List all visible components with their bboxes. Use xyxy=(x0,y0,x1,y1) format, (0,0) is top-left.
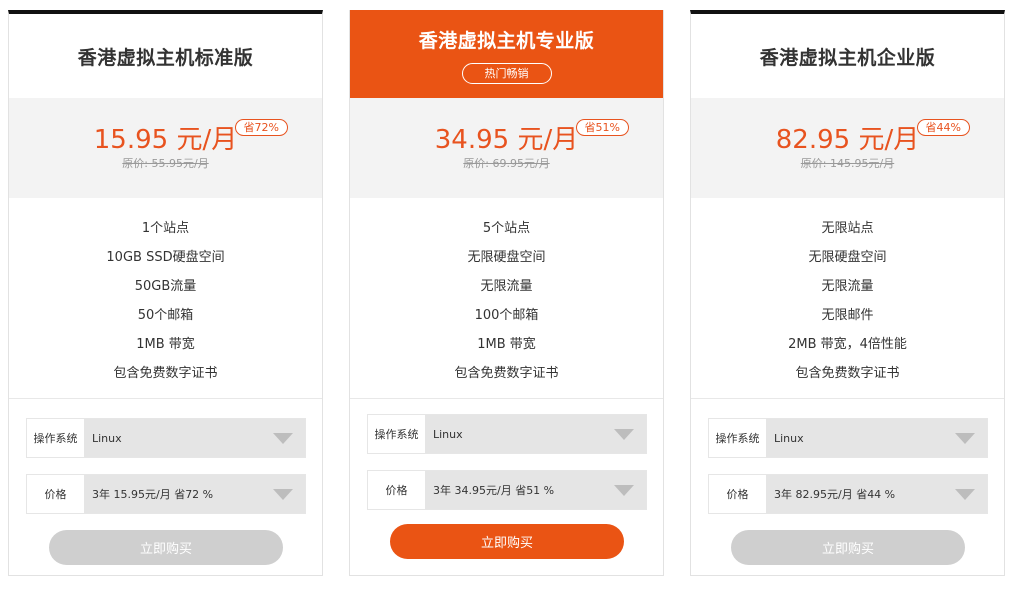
feature-item: 50GB流量 xyxy=(134,279,197,294)
original-price: 原价: 55.95元/月 xyxy=(122,157,209,170)
feature-item: 10GB SSD硬盘空间 xyxy=(106,250,225,265)
os-select-value[interactable]: Linux xyxy=(766,419,987,457)
feature-item: 1MB 带宽 xyxy=(136,337,195,352)
caret-down-icon[interactable] xyxy=(955,489,975,500)
feature-item: 1MB 带宽 xyxy=(477,337,536,352)
feature-item: 50个邮箱 xyxy=(137,308,194,323)
os-select-label: 操作系统 xyxy=(368,415,425,453)
buy-button[interactable]: 立即购买 xyxy=(731,530,965,565)
plan-title: 香港虚拟主机专业版 xyxy=(418,30,595,52)
original-price: 原价: 69.95元/月 xyxy=(463,157,550,170)
price-select-text: 3年 34.95元/月 省51 % xyxy=(433,484,555,497)
plan-header: 香港虚拟主机专业版 热门畅销 xyxy=(350,10,663,98)
os-select[interactable]: 操作系统 Linux xyxy=(26,418,306,458)
plan-header: 香港虚拟主机企业版 xyxy=(691,14,1004,98)
feature-item: 100个邮箱 xyxy=(474,308,539,323)
feature-item: 包含免费数字证书 xyxy=(795,366,900,381)
save-badge: 省51% xyxy=(575,119,629,136)
os-select[interactable]: 操作系统 Linux xyxy=(367,414,647,454)
plan-title: 香港虚拟主机标准版 xyxy=(77,46,254,69)
plan-price: 15.95 元/月 xyxy=(93,125,238,155)
caret-down-icon[interactable] xyxy=(614,485,634,496)
feature-item: 1个站点 xyxy=(141,221,190,236)
caret-down-icon[interactable] xyxy=(273,433,293,444)
feature-item: 包含免费数字证书 xyxy=(454,366,559,381)
feature-item: 5个站点 xyxy=(482,221,531,236)
price-select-label: 价格 xyxy=(27,475,84,513)
feature-item: 包含免费数字证书 xyxy=(113,366,218,381)
feature-item: 无限硬盘空间 xyxy=(808,250,887,265)
os-select-text: Linux xyxy=(774,431,804,445)
feature-item: 2MB 带宽，4倍性能 xyxy=(788,337,907,352)
plan-card-enterprise: 香港虚拟主机企业版 82.95 元/月 原价: 145.95元/月 省44% 无… xyxy=(690,10,1005,576)
price-select[interactable]: 价格 3年 82.95元/月 省44 % xyxy=(708,474,988,514)
os-select-value[interactable]: Linux xyxy=(425,415,646,453)
price-select[interactable]: 价格 3年 34.95元/月 省51 % xyxy=(367,470,647,510)
buy-button[interactable]: 立即购买 xyxy=(390,524,624,559)
os-select-label: 操作系统 xyxy=(709,419,766,457)
caret-down-icon[interactable] xyxy=(273,489,293,500)
price-select-label: 价格 xyxy=(368,471,425,509)
price-select-value[interactable]: 3年 34.95元/月 省51 % xyxy=(425,471,646,509)
price-box: 82.95 元/月 原价: 145.95元/月 省44% xyxy=(691,98,1004,198)
price-select[interactable]: 价格 3年 15.95元/月 省72 % xyxy=(26,474,306,514)
plan-price: 34.95 元/月 xyxy=(434,125,579,155)
buy-button[interactable]: 立即购买 xyxy=(49,530,283,565)
original-price: 原价: 145.95元/月 xyxy=(800,157,895,170)
os-select-text: Linux xyxy=(433,427,463,441)
os-select-text: Linux xyxy=(92,431,122,445)
caret-down-icon[interactable] xyxy=(955,433,975,444)
price-select-label: 价格 xyxy=(709,475,766,513)
os-select[interactable]: 操作系统 Linux xyxy=(708,418,988,458)
feature-item: 无限邮件 xyxy=(821,308,874,323)
plan-header: 香港虚拟主机标准版 xyxy=(9,14,322,98)
price-box: 34.95 元/月 原价: 69.95元/月 省51% xyxy=(350,98,663,198)
feature-item: 无限流量 xyxy=(480,279,533,294)
feature-item: 无限硬盘空间 xyxy=(467,250,546,265)
price-box: 15.95 元/月 原价: 55.95元/月 省72% xyxy=(9,98,322,198)
os-select-label: 操作系统 xyxy=(27,419,84,457)
os-select-value[interactable]: Linux xyxy=(84,419,305,457)
feature-list: 5个站点 无限硬盘空间 无限流量 100个邮箱 1MB 带宽 包含免费数字证书 xyxy=(350,198,663,399)
price-select-value[interactable]: 3年 15.95元/月 省72 % xyxy=(84,475,305,513)
caret-down-icon[interactable] xyxy=(614,429,634,440)
price-select-text: 3年 82.95元/月 省44 % xyxy=(774,488,896,501)
plan-price: 82.95 元/月 xyxy=(775,125,920,155)
plan-title: 香港虚拟主机企业版 xyxy=(759,46,936,69)
plan-card-professional: 香港虚拟主机专业版 热门畅销 34.95 元/月 原价: 69.95元/月 省5… xyxy=(349,10,664,576)
save-badge: 省72% xyxy=(234,119,288,136)
feature-item: 无限站点 xyxy=(821,221,874,236)
price-select-text: 3年 15.95元/月 省72 % xyxy=(92,488,214,501)
price-select-value[interactable]: 3年 82.95元/月 省44 % xyxy=(766,475,987,513)
plan-card-standard: 香港虚拟主机标准版 15.95 元/月 原价: 55.95元/月 省72% 1个… xyxy=(8,10,323,576)
feature-list: 无限站点 无限硬盘空间 无限流量 无限邮件 2MB 带宽，4倍性能 包含免费数字… xyxy=(691,198,1004,399)
save-badge: 省44% xyxy=(916,119,970,136)
hot-sale-badge: 热门畅销 xyxy=(461,63,552,84)
feature-list: 1个站点 10GB SSD硬盘空间 50GB流量 50个邮箱 1MB 带宽 包含… xyxy=(9,198,322,399)
feature-item: 无限流量 xyxy=(821,279,874,294)
